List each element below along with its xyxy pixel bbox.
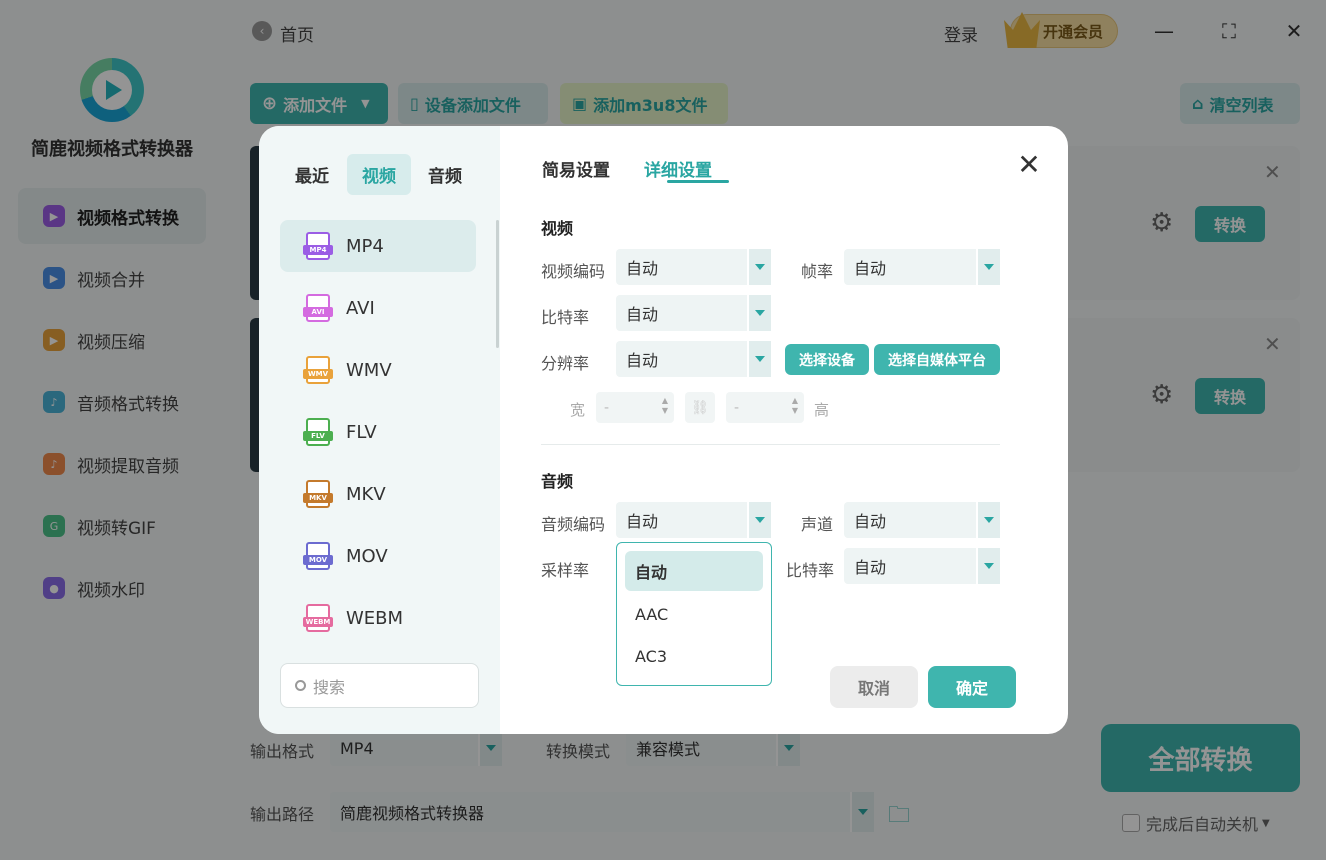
fps-label: 帧率 — [801, 262, 834, 281]
audio-bitrate-select[interactable]: 自动 — [844, 548, 1000, 584]
chevron-down-icon — [747, 295, 771, 331]
stepper-icon[interactable]: ▲ ▼ — [792, 396, 798, 416]
height-value: - — [734, 399, 740, 416]
format-item-wmv[interactable]: WMV WMV — [280, 344, 476, 396]
active-tab-indicator — [667, 180, 729, 183]
audio-codec-label: 音频编码 — [541, 515, 606, 534]
format-label: MKV — [346, 483, 386, 505]
format-item-avi[interactable]: AVI AVI — [280, 282, 476, 334]
video-codec-select[interactable]: 自动 — [616, 249, 771, 285]
audio-section-title: 音频 — [541, 472, 574, 491]
video-section-title: 视频 — [541, 219, 574, 238]
format-label: FLV — [346, 421, 377, 443]
video-bitrate-label: 比特率 — [541, 308, 590, 327]
format-label: WMV — [346, 359, 392, 381]
select-platform-button[interactable]: 选择自媒体平台 — [874, 344, 1000, 375]
wmv-file-icon: WMV — [303, 356, 333, 384]
tab-simple-settings[interactable]: 简易设置 — [542, 156, 610, 181]
fps-select[interactable]: 自动 — [844, 249, 1000, 285]
cancel-button[interactable]: 取消 — [830, 666, 918, 708]
format-panel: 最近 视频 音频 MP4 MP4 AVI AVI WMV WMV FLV FLV… — [259, 126, 500, 734]
chevron-down-icon — [976, 502, 1000, 538]
mov-file-icon: MOV — [303, 542, 333, 570]
format-label: WEBM — [346, 607, 404, 629]
section-divider — [541, 444, 1000, 445]
avi-file-icon: AVI — [303, 294, 333, 322]
width-input[interactable]: - ▲ ▼ — [596, 392, 674, 423]
format-item-flv[interactable]: FLV FLV — [280, 406, 476, 458]
video-bitrate-value: 自动 — [626, 305, 659, 324]
dropdown-option-aac[interactable]: AAC — [625, 594, 763, 634]
format-list-scrollbar[interactable] — [496, 220, 499, 348]
dropdown-option-ac3[interactable]: AC3 — [625, 636, 763, 676]
resolution-value: 自动 — [626, 351, 659, 370]
channel-value: 自动 — [854, 512, 887, 531]
close-dialog-icon[interactable]: ✕ — [1016, 151, 1042, 179]
format-item-mov[interactable]: MOV MOV — [280, 530, 476, 582]
video-codec-value: 自动 — [626, 259, 659, 278]
flv-file-icon: FLV — [303, 418, 333, 446]
audio-bitrate-label: 比特率 — [786, 561, 835, 580]
search-icon — [295, 680, 306, 691]
format-item-mp4[interactable]: MP4 MP4 — [280, 220, 476, 272]
channel-label: 声道 — [801, 515, 834, 534]
sample-rate-label: 采样率 — [541, 561, 590, 580]
tab-detailed-settings[interactable]: 详细设置 — [644, 156, 712, 181]
channel-select[interactable]: 自动 — [844, 502, 1000, 538]
audio-codec-select[interactable]: 自动 — [616, 502, 771, 538]
stepper-icon[interactable]: ▲ ▼ — [662, 396, 668, 416]
audio-bitrate-value: 自动 — [854, 558, 887, 577]
chevron-down-icon — [747, 341, 771, 377]
audio-codec-value: 自动 — [626, 512, 659, 531]
dropdown-option-auto[interactable]: 自动 — [625, 551, 763, 591]
select-device-button[interactable]: 选择设备 — [785, 344, 869, 375]
width-value: - — [604, 399, 610, 416]
video-codec-label: 视频编码 — [541, 262, 606, 281]
resolution-select[interactable]: 自动 — [616, 341, 771, 377]
confirm-button[interactable]: 确定 — [928, 666, 1016, 708]
format-settings-dialog: 最近 视频 音频 MP4 MP4 AVI AVI WMV WMV FLV FLV… — [259, 126, 1068, 734]
format-item-mkv[interactable]: MKV MKV — [280, 468, 476, 520]
chevron-down-icon — [747, 249, 771, 285]
tab-audio[interactable]: 音频 — [413, 154, 477, 195]
height-label: 高 — [814, 401, 830, 419]
chevron-down-icon — [747, 502, 771, 538]
audio-codec-dropdown: 自动 AAC AC3 — [616, 542, 772, 686]
mkv-file-icon: MKV — [303, 480, 333, 508]
video-bitrate-select[interactable]: 自动 — [616, 295, 771, 331]
fps-value: 自动 — [854, 259, 887, 278]
search-placeholder: 搜索 — [313, 677, 346, 697]
chevron-down-icon — [976, 548, 1000, 584]
link-ratio-icon[interactable]: ⛓ — [685, 392, 715, 423]
webm-file-icon: WEBM — [303, 604, 333, 632]
mp4-file-icon: MP4 — [303, 232, 333, 260]
resolution-label: 分辨率 — [541, 354, 590, 373]
format-label: MOV — [346, 545, 388, 567]
height-input[interactable]: - ▲ ▼ — [726, 392, 804, 423]
format-search-input[interactable]: 搜索 — [280, 663, 479, 708]
tab-recent[interactable]: 最近 — [280, 154, 344, 195]
format-label: AVI — [346, 297, 375, 319]
tab-video[interactable]: 视频 — [347, 154, 411, 195]
format-item-webm[interactable]: WEBM WEBM — [280, 592, 476, 644]
chevron-down-icon — [976, 249, 1000, 285]
width-label: 宽 — [570, 401, 586, 419]
format-label: MP4 — [346, 235, 384, 257]
